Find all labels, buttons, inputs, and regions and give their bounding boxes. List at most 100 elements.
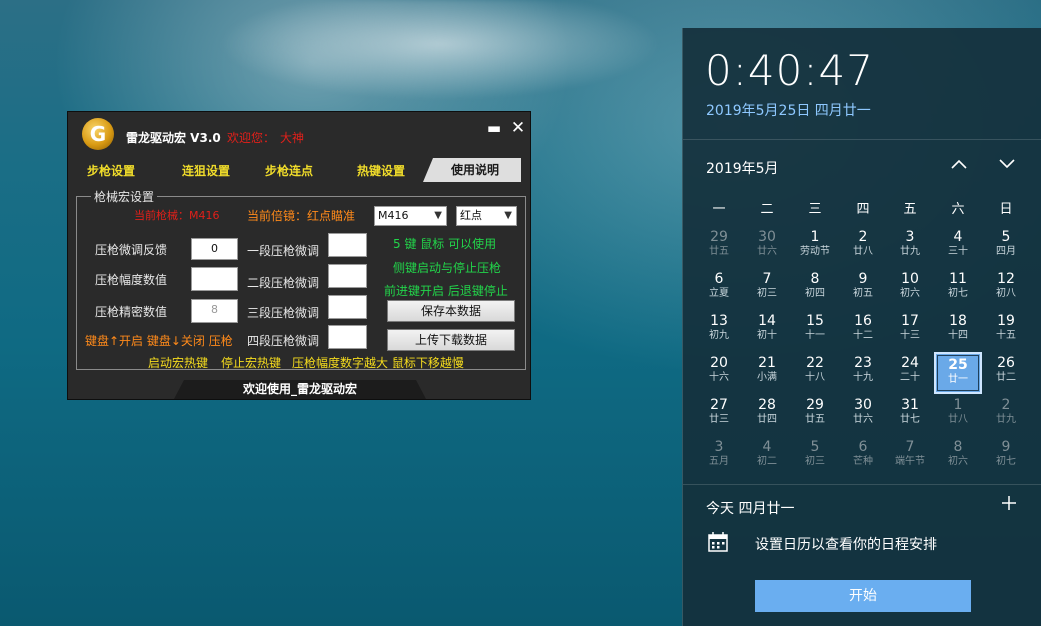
calendar-day[interactable]: 11 初七 [934, 268, 982, 310]
month-label[interactable]: 2019年5月 [706, 158, 779, 178]
upload-download-button[interactable]: 上传下载数据 [387, 329, 515, 351]
footer-welcome: 欢迎使用_雷龙驱动宏 [174, 380, 426, 399]
calendar-day[interactable]: 2 廿八 [839, 226, 887, 268]
tab-rifle-burst[interactable]: 步枪连点 [265, 162, 313, 179]
calendar-day[interactable]: 3 廿九 [886, 226, 934, 268]
day-number: 30 [758, 229, 776, 245]
day-number: 29 [806, 397, 824, 413]
save-data-button[interactable]: 保存本数据 [387, 300, 515, 322]
lunar-date: 廿三 [709, 414, 729, 425]
lunar-date: 十三 [900, 330, 920, 341]
calendar-day[interactable]: 3 五月 [695, 436, 743, 478]
stage3-label: 三段压枪微调 [247, 306, 320, 320]
calendar-day[interactable]: 20 十六 [695, 352, 743, 394]
add-event-icon[interactable] [1001, 494, 1017, 516]
calendar-day[interactable]: 24 二十 [886, 352, 934, 394]
calendar-day[interactable]: 8 初四 [791, 268, 839, 310]
app-titlebar[interactable]: G 雷龙驱动宏 V3.0 欢迎您： 大神 ▬ ✕ [68, 112, 530, 158]
calendar-day[interactable]: 6 芒种 [839, 436, 887, 478]
calendar-day[interactable]: 1 劳动节 [791, 226, 839, 268]
calendar-day[interactable]: 30 廿六 [839, 394, 887, 436]
calendar-day[interactable]: 13 初九 [695, 310, 743, 352]
lunar-date: 初六 [948, 456, 968, 467]
day-number: 21 [758, 355, 776, 371]
calendar-day[interactable]: 28 廿四 [743, 394, 791, 436]
calendar-day[interactable]: 7 端午节 [886, 436, 934, 478]
calendar-day[interactable]: 27 廿三 [695, 394, 743, 436]
fine-tune-label: 压枪微调反馈 [95, 243, 168, 257]
calendar-day[interactable]: 18 十四 [934, 310, 982, 352]
lunar-date: 十八 [805, 372, 825, 383]
day-number: 14 [758, 313, 776, 329]
calendar-day[interactable]: 1 廿八 [934, 394, 982, 436]
calendar-day[interactable]: 17 十三 [886, 310, 934, 352]
gun-select[interactable]: M416 ▼ [374, 206, 447, 226]
close-icon[interactable]: ✕ [508, 118, 528, 138]
lunar-date: 初三 [805, 456, 825, 467]
weekday-label: 二 [760, 202, 774, 217]
calendar-day[interactable]: 29 廿五 [791, 394, 839, 436]
calendar-day[interactable]: 31 廿七 [886, 394, 934, 436]
precision-label: 压枪精密数值 [95, 305, 168, 319]
calendar-day[interactable]: 4 初二 [743, 436, 791, 478]
calendar-day[interactable]: 10 初六 [886, 268, 934, 310]
stage2-input[interactable] [328, 264, 367, 288]
lunar-date: 廿八 [853, 246, 873, 257]
calendar-day[interactable]: 5 初三 [791, 436, 839, 478]
full-date-link[interactable]: 2019年5月25日 四月廿一 [706, 100, 871, 120]
day-number: 3 [905, 229, 915, 245]
day-number: 12 [997, 271, 1015, 287]
stage3-input[interactable] [328, 295, 367, 319]
calendar-day[interactable]: 6 立夏 [695, 268, 743, 310]
calendar-day[interactable]: 26 廿二 [982, 352, 1030, 394]
calendar-day[interactable]: 21 小满 [743, 352, 791, 394]
lunar-date: 廿八 [948, 414, 968, 425]
amplitude-label: 压枪幅度数值 [95, 273, 168, 287]
scope-select[interactable]: 红点 ▼ [456, 206, 517, 226]
chevron-down-icon[interactable] [995, 153, 1019, 177]
hint-side-key: 侧键启动与停止压枪 [393, 261, 502, 275]
calendar-day[interactable]: 15 十一 [791, 310, 839, 352]
day-number: 24 [901, 355, 919, 371]
lunar-date: 芒种 [853, 456, 873, 467]
day-number: 9 [1001, 439, 1011, 455]
tab-rifle-settings[interactable]: 步枪设置 [87, 162, 135, 179]
calendar-day[interactable]: 2 廿九 [982, 394, 1030, 436]
calendar-day[interactable]: 22 十八 [791, 352, 839, 394]
day-number: 3 [714, 439, 724, 455]
calendar-day[interactable]: 7 初三 [743, 268, 791, 310]
calendar-day[interactable]: 16 十二 [839, 310, 887, 352]
stage1-input[interactable] [328, 233, 367, 257]
tab-hotkey-settings[interactable]: 热键设置 [357, 162, 405, 179]
agenda-text: 设置日历以查看你的日程安排 [755, 537, 937, 553]
minimize-icon[interactable]: ▬ [484, 118, 504, 138]
calendar-day[interactable]: 5 四月 [982, 226, 1030, 268]
tab-instructions[interactable]: 使用说明 [423, 158, 522, 182]
stage4-input[interactable] [328, 325, 367, 349]
lunar-date: 初七 [948, 288, 968, 299]
precision-input[interactable]: 8 [191, 299, 238, 323]
start-button[interactable]: 开始 [755, 580, 971, 612]
calendar-day[interactable]: 4 三十 [934, 226, 982, 268]
calendar-day[interactable]: 8 初六 [934, 436, 982, 478]
stage2-label: 二段压枪微调 [247, 276, 320, 290]
amplitude-input[interactable] [191, 267, 238, 291]
calendar-day[interactable]: 29 廿五 [695, 226, 743, 268]
calendar-day-today[interactable]: 25 廿一 [934, 352, 982, 394]
calendar-day[interactable]: 14 初十 [743, 310, 791, 352]
tab-sniper-settings[interactable]: 连狙设置 [182, 162, 230, 179]
calendar-day[interactable]: 9 初五 [839, 268, 887, 310]
lunar-date: 十五 [996, 330, 1016, 341]
app-logo-icon: G [82, 118, 114, 150]
day-number: 30 [854, 397, 872, 413]
fine-tune-input[interactable]: 0 [191, 238, 238, 260]
day-number: 15 [806, 313, 824, 329]
welcome-label: 欢迎您： [227, 131, 276, 145]
calendar-day[interactable]: 9 初七 [982, 436, 1030, 478]
calendar-day[interactable]: 19 十五 [982, 310, 1030, 352]
chevron-down-icon: ▼ [434, 210, 442, 221]
chevron-up-icon[interactable] [947, 153, 971, 177]
calendar-day[interactable]: 30 廿六 [743, 226, 791, 268]
calendar-day[interactable]: 23 十九 [839, 352, 887, 394]
calendar-day[interactable]: 12 初八 [982, 268, 1030, 310]
